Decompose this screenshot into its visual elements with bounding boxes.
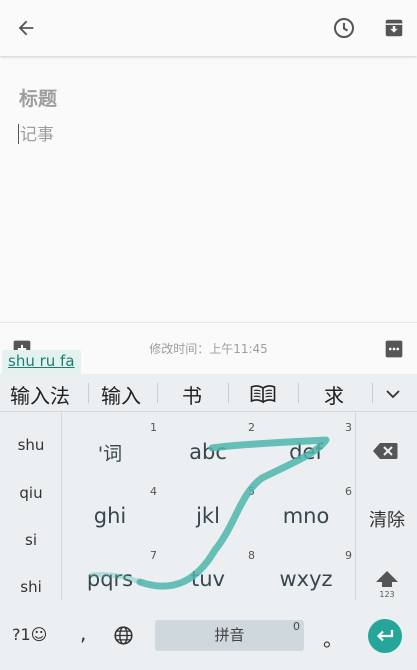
space-key-number: 0 [293, 620, 300, 633]
key-label: ghi [93, 504, 127, 528]
candidate-divider [157, 383, 158, 403]
shift-label: 123 [379, 590, 395, 599]
candidate-divider [88, 383, 89, 403]
space-key-label: 拼音 [214, 626, 245, 644]
collapse-candidates-button[interactable] [385, 386, 401, 405]
key-label: def [289, 440, 323, 464]
comma-key[interactable]: , [80, 621, 86, 645]
keyboard-bottom-row: ?1☺ , 拼音 0 。 [0, 610, 417, 670]
key-label: wxyz [279, 567, 333, 591]
candidate-bar: 输入法 输入 书 求 [0, 374, 417, 412]
pinyin-option[interactable]: shu [0, 436, 62, 454]
candidate-item[interactable]: 输入 [101, 380, 141, 409]
archive-button[interactable] [378, 12, 410, 44]
enter-icon [376, 630, 394, 642]
candidate-item[interactable]: 输入法 [10, 380, 70, 409]
arrow-left-icon [18, 20, 34, 36]
key-number: 5 [248, 485, 255, 498]
globe-icon [114, 626, 133, 645]
key-number: 8 [248, 549, 255, 562]
key-label: mno [282, 504, 330, 528]
shift-button[interactable]: 123 [356, 570, 417, 599]
archive-icon [385, 19, 403, 37]
clear-button[interactable]: 清除 [356, 506, 417, 532]
candidate-divider [372, 383, 373, 403]
note-body-field[interactable]: 记事 [18, 120, 54, 145]
candidate-item[interactable]: 求 [324, 380, 344, 409]
reminder-button[interactable] [328, 12, 360, 44]
key-number: 4 [150, 485, 157, 498]
ime-composing-text: shu ru fa [2, 350, 81, 375]
candidate-item[interactable]: 书 [182, 380, 202, 409]
chevron-down-icon [386, 390, 400, 399]
language-switch-key[interactable] [113, 625, 134, 650]
key-label: jkl [196, 504, 220, 528]
candidate-divider [228, 383, 229, 403]
backspace-icon [373, 443, 398, 459]
symbols-key[interactable]: ?1☺ [12, 625, 47, 644]
back-button[interactable] [10, 12, 42, 44]
key-number: 3 [345, 421, 352, 434]
enter-button[interactable] [368, 619, 402, 653]
key-number: 6 [345, 485, 352, 498]
pinyin-option[interactable]: si [0, 531, 62, 549]
action-column: 清除 123 [355, 412, 417, 600]
clock-icon [334, 18, 354, 38]
shift-arrow-icon [376, 571, 398, 587]
key-number: 7 [150, 549, 157, 562]
note-title-field[interactable]: 标题 [19, 84, 57, 111]
key-label: '词 [97, 443, 123, 465]
dictionary-button[interactable] [250, 384, 276, 408]
book-icon [250, 385, 276, 404]
pinyin-option[interactable]: qiu [0, 484, 62, 502]
candidate-divider [298, 383, 299, 403]
top-toolbar [0, 0, 417, 56]
ime-keyboard: 输入法 输入 书 求 shu qiu si shi 1 '词 2 abc 3 d… [0, 374, 417, 670]
key-label: tuv [191, 567, 225, 591]
space-key[interactable]: 拼音 0 [155, 620, 304, 651]
text-caret [18, 124, 19, 144]
pinyin-options-column: shu qiu si shi [0, 412, 62, 600]
backspace-button[interactable] [372, 442, 398, 464]
key-number: 2 [248, 421, 255, 434]
key-label: abc [189, 440, 227, 464]
period-key[interactable]: 。 [323, 623, 343, 652]
key-label: pqrs [86, 567, 134, 591]
note-body-placeholder: 记事 [20, 125, 54, 145]
key-number: 1 [150, 421, 157, 434]
key-number: 9 [345, 549, 352, 562]
pinyin-option[interactable]: shi [0, 578, 62, 596]
